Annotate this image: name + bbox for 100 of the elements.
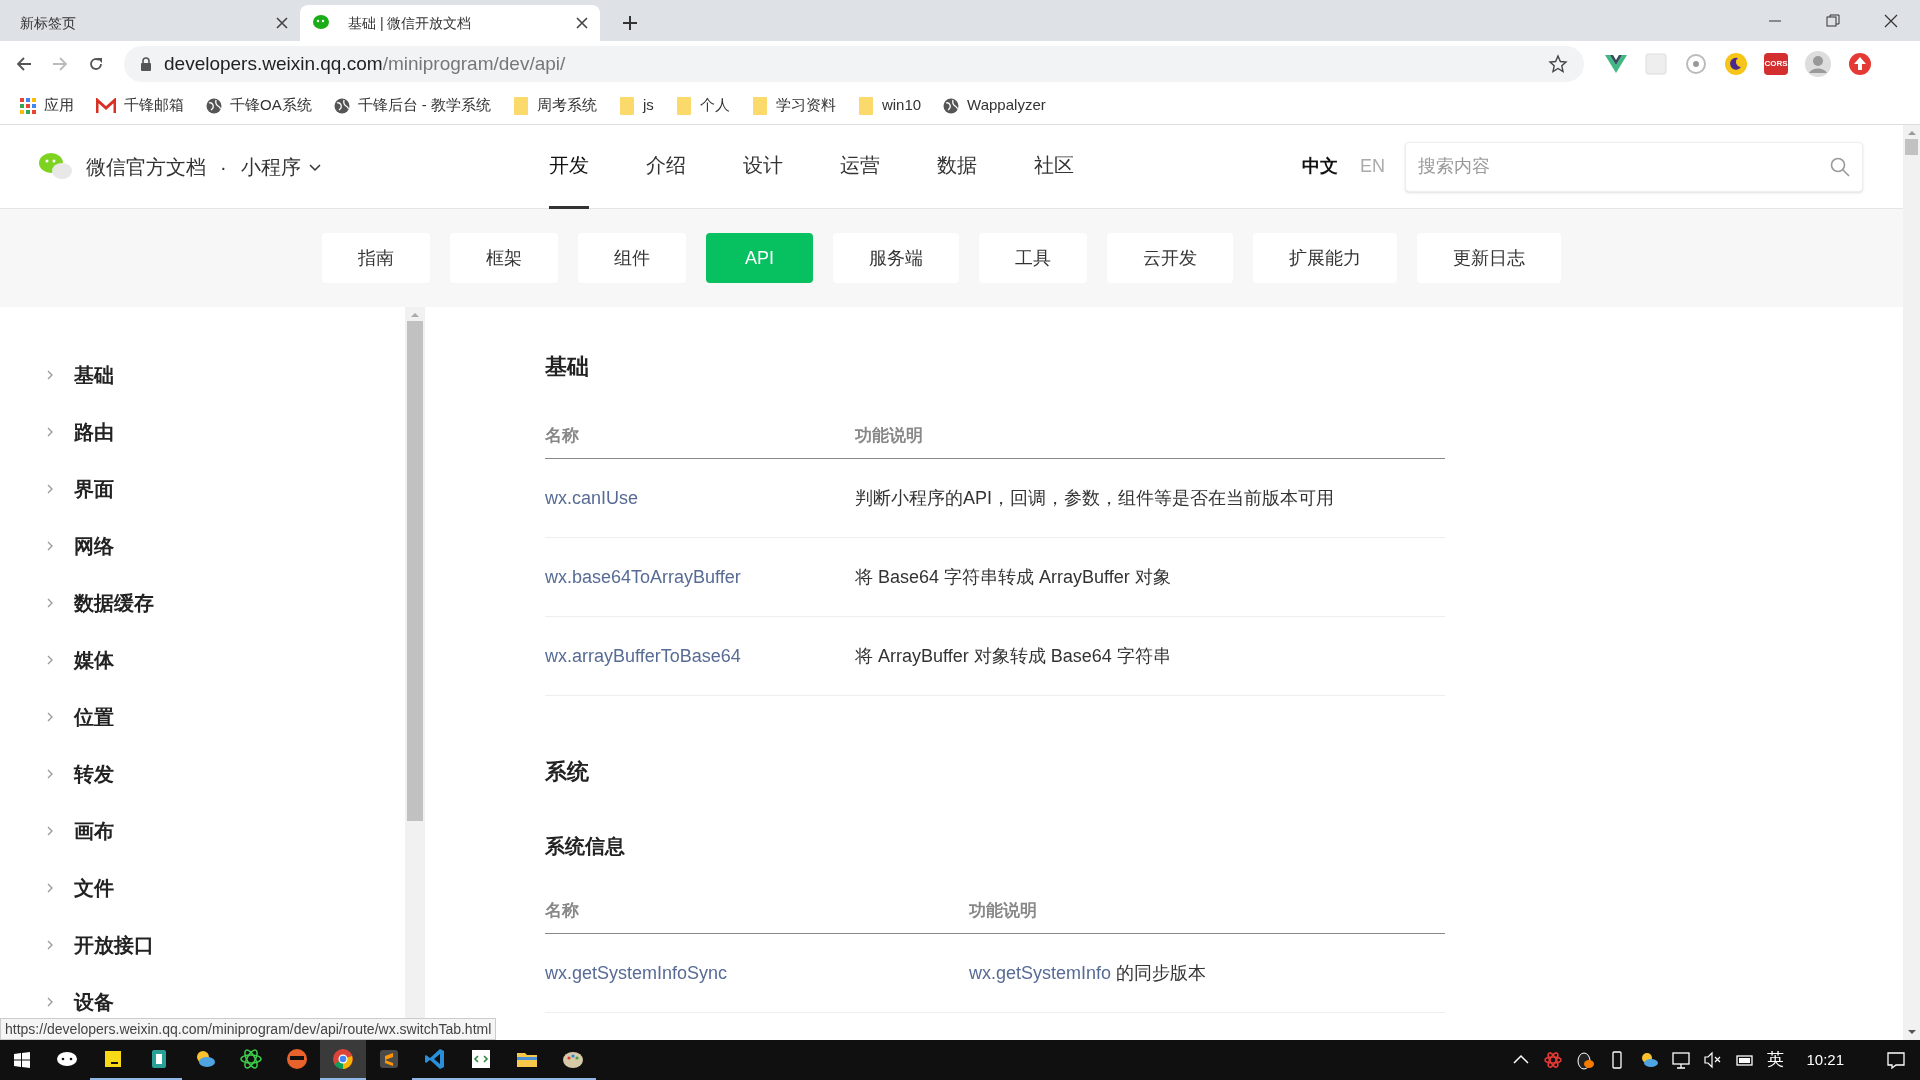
address-bar[interactable]: developers.weixin.qq.com/miniprogram/dev/api/ (124, 46, 1584, 82)
clock-time[interactable]: 10:21 (1806, 1048, 1844, 1072)
taskbar-app[interactable] (320, 1040, 366, 1080)
bookmark[interactable]: Wappalyzer (943, 94, 1046, 117)
subnav-tab[interactable]: 扩展能力 (1253, 233, 1397, 283)
vscode-icon (423, 1047, 447, 1071)
code-editor-icon (469, 1047, 493, 1071)
reload-icon[interactable] (88, 56, 104, 72)
browser-tab[interactable]: 基础 | 微信开放文档 (300, 5, 600, 41)
subnav-tab[interactable]: 工具 (979, 233, 1087, 283)
section-heading: 基础 (545, 352, 590, 381)
bookmark[interactable]: 个人 (675, 94, 730, 117)
target-icon[interactable] (1684, 52, 1708, 76)
brand-title: 微信官方文档 (86, 154, 206, 180)
sidebar-item[interactable]: 画布 (44, 815, 405, 847)
scroll-thumb[interactable] (407, 321, 423, 821)
close-icon[interactable] (1883, 12, 1899, 29)
column-header: 名称 (545, 899, 580, 922)
bookmark[interactable]: win10 (857, 94, 922, 117)
penguin-icon[interactable] (1575, 1050, 1596, 1070)
bookmark[interactable]: 千锋邮箱 (96, 94, 184, 117)
sidebar-item[interactable]: 文件 (44, 872, 405, 904)
sidebar-item[interactable]: 转发 (44, 758, 405, 790)
sidebar-item[interactable]: 界面 (44, 473, 405, 505)
sidebar-item[interactable]: 路由 (44, 416, 405, 448)
scroll-thumb[interactable] (1905, 139, 1918, 155)
api-link[interactable]: wx.canIUse (545, 484, 855, 512)
bookmark[interactable]: 千锋后台 - 教学系统 (333, 94, 492, 117)
status-url-tooltip: https://developers.weixin.qq.com/miniprogram/dev/api/route/wx.switchTab.html (0, 1018, 497, 1040)
moon-icon[interactable] (1724, 52, 1748, 76)
column-header: 功能说明 (969, 899, 1037, 922)
update-icon[interactable] (1848, 52, 1872, 76)
bookmark[interactable]: 周考系统 (513, 94, 598, 117)
lock-icon (140, 56, 152, 72)
search-icon[interactable] (1830, 156, 1850, 177)
restore-icon[interactable] (1825, 12, 1841, 29)
nav-tab[interactable]: 数据 (936, 125, 977, 209)
subnav-tab[interactable]: 组件 (578, 233, 686, 283)
m-logo-icon (96, 97, 116, 114)
sidebar-item[interactable]: 位置 (44, 701, 405, 733)
product-dropdown[interactable]: 小程序 (240, 151, 321, 182)
page-scrollbar[interactable] (1903, 125, 1920, 1040)
scroll-down-icon[interactable] (1907, 1028, 1916, 1036)
globe-icon (943, 97, 960, 114)
sidebar-item[interactable]: 设备 (44, 986, 405, 1018)
sidebar-item[interactable]: 网络 (44, 530, 405, 562)
bookmark[interactable]: js (619, 94, 654, 117)
chrome-icon (331, 1047, 355, 1071)
folder-icon (857, 95, 874, 116)
subnav-tab[interactable]: 更新日志 (1417, 233, 1561, 283)
subsection-heading: 系统信息 (545, 834, 626, 859)
network-icon[interactable] (1671, 1050, 1692, 1070)
browser-tab[interactable]: 新标签页 (0, 5, 300, 41)
bookmark[interactable]: 千锋OA系统 (206, 94, 312, 117)
description-text: wx.getSystemInfo 的同步版本 (969, 961, 1207, 985)
api-link[interactable]: wx.getSystemInfo (969, 962, 1112, 983)
column-header: 功能说明 (855, 424, 923, 447)
description-text: 判断小程序的API，回调，参数，组件等是否在当前版本可用 (855, 486, 1334, 510)
atom-icon[interactable] (1543, 1050, 1564, 1070)
nav-tab[interactable]: 社区 (1033, 125, 1074, 209)
sidebar-item[interactable]: 基础 (44, 359, 405, 391)
description-text: 将 Base64 字符串转成 ArrayBuffer 对象 (855, 565, 1171, 589)
apps-grid-icon (20, 97, 36, 114)
api-link[interactable]: wx.arrayBufferToBase64 (545, 642, 855, 670)
close-icon[interactable] (576, 17, 588, 29)
subnav-tab[interactable]: 指南 (322, 233, 430, 283)
input-method-indicator[interactable]: 英 (1767, 1047, 1785, 1073)
subnav-tab[interactable]: 框架 (450, 233, 558, 283)
v-logo-icon[interactable] (1604, 54, 1628, 74)
star-icon[interactable] (1548, 54, 1568, 74)
separator-dot: · (220, 154, 227, 180)
nav-tab[interactable]: 设计 (742, 125, 783, 209)
column-header: 名称 (545, 424, 580, 447)
description-text: 将 ArrayBuffer 对象转成 Base64 字符串 (855, 644, 1171, 668)
subnav-tab[interactable]: 服务端 (833, 233, 959, 283)
folder-icon (675, 95, 692, 116)
api-link[interactable]: wx.getSystemInfoSync (545, 959, 969, 987)
close-icon[interactable] (276, 17, 288, 29)
bookmark[interactable]: 应用 (20, 94, 74, 117)
weather-icon[interactable] (1639, 1050, 1660, 1070)
sidebar-item[interactable]: 开放接口 (44, 929, 405, 961)
language-option[interactable]: 中文 (1302, 153, 1338, 180)
folder-icon (751, 95, 768, 116)
back-icon[interactable] (16, 56, 32, 72)
nav-tab[interactable]: 介绍 (645, 125, 686, 209)
globe-icon (333, 97, 350, 114)
sidebar-item[interactable]: 数据缓存 (44, 587, 405, 619)
atom-icon (239, 1047, 263, 1071)
subnav-tab[interactable]: 云开发 (1107, 233, 1233, 283)
windows-logo-icon[interactable] (14, 1052, 30, 1068)
plus-icon[interactable] (622, 15, 638, 31)
notification-icon[interactable] (1886, 1050, 1906, 1070)
cors-extension-button[interactable]: CORS (1764, 53, 1788, 75)
sidebar-item[interactable]: 媒体 (44, 644, 405, 676)
bookmark[interactable]: 学习资料 (751, 94, 836, 117)
section-heading: 系统 (545, 757, 590, 786)
api-link[interactable]: wx.base64ToArrayBuffer (545, 563, 855, 591)
folder-icon (619, 95, 636, 116)
nav-tab[interactable]: 运营 (839, 125, 880, 209)
profile-icon[interactable] (1804, 50, 1832, 78)
